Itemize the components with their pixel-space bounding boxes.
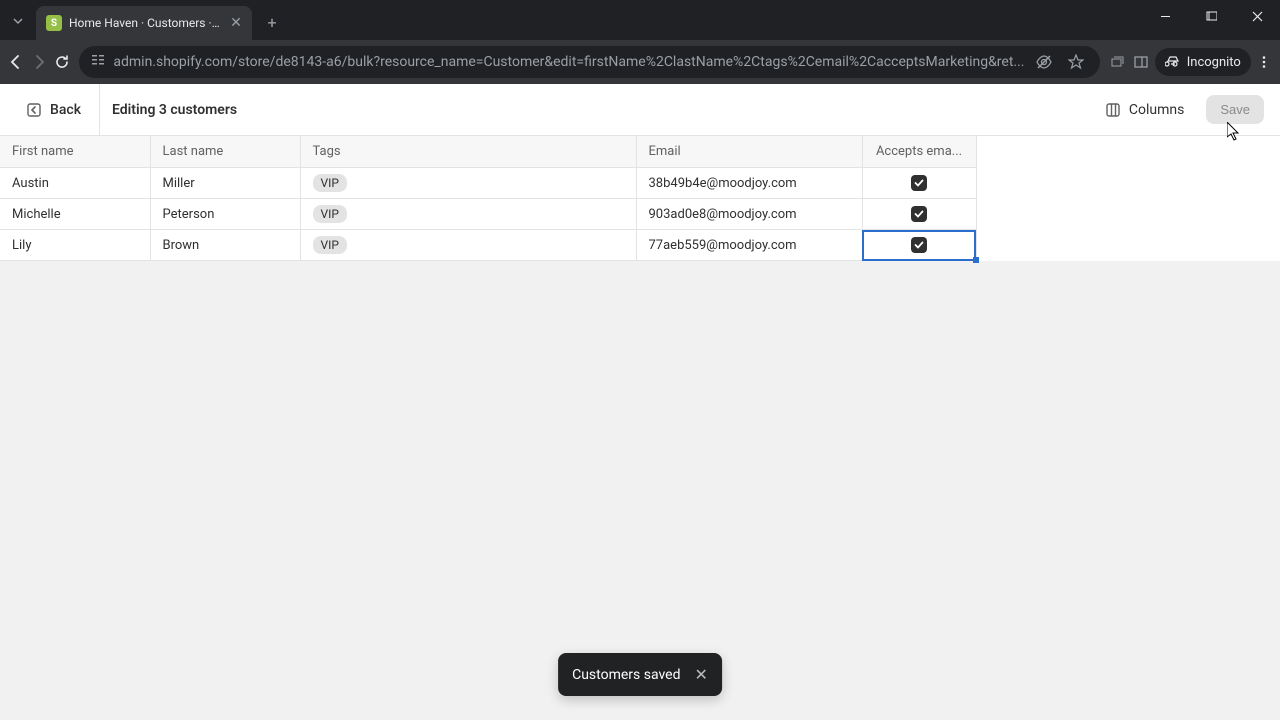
save-button[interactable]: Save [1206, 95, 1264, 124]
eye-off-icon[interactable] [1032, 53, 1056, 71]
close-window-button[interactable] [1234, 0, 1280, 32]
tag-pill: VIP [313, 205, 347, 223]
checkbox-checked-icon [911, 206, 927, 222]
address-bar[interactable]: admin.shopify.com/store/de8143-a6/bulk?r… [79, 46, 1100, 78]
bookmark-star-icon[interactable] [1064, 54, 1088, 70]
browser-titlebar: S Home Haven · Customers · Sho ✕ + [0, 0, 1280, 40]
column-first-name[interactable]: First name [0, 136, 150, 168]
tab-title: Home Haven · Customers · Sho [69, 16, 221, 30]
back-button[interactable]: Back [16, 96, 91, 124]
cell-last-name[interactable]: Peterson [150, 199, 300, 230]
browser-menu-icon[interactable] [1255, 46, 1274, 78]
table-row: AustinMiller VIP 38b49b4e@moodjoy.com [0, 168, 976, 199]
back-label: Back [50, 102, 81, 118]
url-text: admin.shopify.com/store/de8143-a6/bulk?r… [113, 54, 1024, 70]
back-arrow-icon [26, 102, 42, 118]
cell-email[interactable]: 77aeb559@moodjoy.com [636, 230, 862, 261]
cell-tags[interactable]: VIP [300, 230, 636, 261]
column-last-name[interactable]: Last name [150, 136, 300, 168]
tag-pill: VIP [313, 236, 347, 254]
cell-first-name[interactable]: Lily [0, 230, 150, 261]
cell-accepts-email[interactable] [862, 168, 976, 199]
columns-button[interactable]: Columns [1095, 96, 1194, 124]
incognito-label: Incognito [1187, 55, 1241, 70]
checkbox-checked-icon [911, 237, 927, 253]
cell-last-name[interactable]: Miller [150, 168, 300, 199]
media-control-icon[interactable] [1108, 46, 1127, 78]
tag-pill: VIP [313, 174, 347, 192]
checkbox-checked-icon [911, 175, 927, 191]
column-email[interactable]: Email [636, 136, 862, 168]
cell-last-name[interactable]: Brown [150, 230, 300, 261]
cell-tags[interactable]: VIP [300, 199, 636, 230]
incognito-badge[interactable]: Incognito [1155, 48, 1251, 76]
cell-accepts-email[interactable] [862, 199, 976, 230]
close-tab-icon[interactable]: ✕ [228, 15, 244, 31]
cell-first-name[interactable]: Michelle [0, 199, 150, 230]
column-tags[interactable]: Tags [300, 136, 636, 168]
forward-nav-button[interactable] [29, 46, 48, 78]
tab-search-dropdown[interactable] [0, 4, 36, 38]
header-divider [99, 84, 100, 136]
incognito-icon [1165, 54, 1181, 70]
toast-close-icon[interactable]: ✕ [694, 665, 707, 684]
columns-label: Columns [1129, 102, 1184, 118]
back-nav-button[interactable] [6, 46, 25, 78]
cell-email[interactable]: 38b49b4e@moodjoy.com [636, 168, 862, 199]
reload-button[interactable] [52, 46, 71, 78]
site-settings-icon[interactable] [91, 53, 105, 71]
cell-email[interactable]: 903ad0e8@moodjoy.com [636, 199, 862, 230]
columns-icon [1105, 102, 1121, 118]
browser-toolbar: admin.shopify.com/store/de8143-a6/bulk?r… [0, 40, 1280, 84]
bulk-edit-table: First name Last name Tags Email Accepts … [0, 136, 1280, 261]
table-row: MichellePeterson VIP 903ad0e8@moodjoy.com [0, 199, 976, 230]
maximize-button[interactable] [1188, 0, 1234, 32]
app-header: Back Editing 3 customers Columns Save [0, 84, 1280, 136]
table-row: LilyBrown VIP 77aeb559@moodjoy.com [0, 230, 976, 261]
toast-notification: Customers saved ✕ [558, 653, 722, 696]
toast-message: Customers saved [572, 667, 680, 683]
window-controls [1142, 0, 1280, 32]
table-header-row: First name Last name Tags Email Accepts … [0, 136, 976, 168]
cell-tags[interactable]: VIP [300, 168, 636, 199]
side-panel-icon[interactable] [1132, 46, 1151, 78]
new-tab-button[interactable]: + [258, 8, 286, 36]
cell-first-name[interactable]: Austin [0, 168, 150, 199]
shopify-favicon: S [46, 15, 62, 31]
column-accepts-email[interactable]: Accepts ema... [862, 136, 976, 168]
page-title: Editing 3 customers [112, 102, 237, 118]
minimize-button[interactable] [1142, 0, 1188, 32]
cell-accepts-email[interactable] [862, 230, 976, 261]
browser-tab[interactable]: S Home Haven · Customers · Sho ✕ [36, 6, 252, 40]
